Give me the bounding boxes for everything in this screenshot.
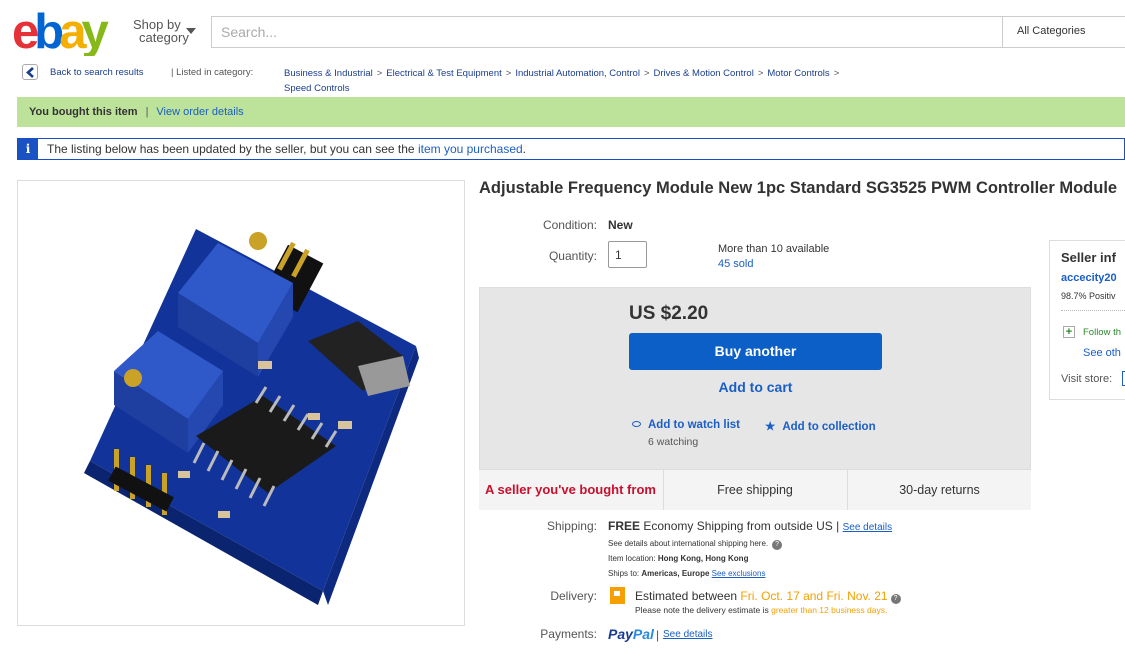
product-title: Adjustable Frequency Module New 1pc Stan…: [479, 179, 1118, 197]
breadcrumb-separator: >: [643, 68, 650, 79]
breadcrumb-item-motor-controls[interactable]: Motor Controls: [767, 68, 829, 79]
seller-feedback: 98.7% Positiv: [1061, 291, 1116, 301]
delivery-dates: Fri. Oct. 17 and Fri. Nov. 21: [740, 589, 888, 603]
product-image[interactable]: [17, 180, 465, 626]
condition-value: New: [608, 218, 633, 232]
shipping-method: Economy Shipping from outside US: [643, 519, 833, 533]
divider: [1061, 310, 1125, 311]
bought-item-banner: You bought this item | View order details: [17, 97, 1125, 127]
delivery-note-text: Please note the delivery estimate is: [635, 605, 769, 615]
paypal-logo-pay: Pay: [608, 626, 633, 642]
availability-text: More than 10 available: [718, 243, 830, 255]
ships-to-label: Ships to:: [608, 569, 640, 578]
breadcrumb-item-electrical-test[interactable]: Electrical & Test Equipment: [386, 68, 501, 79]
divider: |: [836, 519, 840, 533]
shipping-summary: FREE Economy Shipping from outside US | …: [608, 519, 892, 533]
seller-name-link[interactable]: accecity20: [1061, 272, 1117, 284]
listed-in-category-label: | Listed in category:: [171, 67, 254, 78]
info-icon: i: [18, 139, 38, 159]
see-other-items-link[interactable]: See oth: [1083, 347, 1121, 359]
shipping-note-text: See details about international shipping…: [608, 539, 769, 548]
delivery-estimate: Estimated between Fri. Oct. 17 and Fri. …: [635, 589, 901, 604]
international-shipping-note: See details about international shipping…: [608, 539, 783, 550]
breadcrumb-item-speed-controls[interactable]: Speed Controls: [284, 83, 349, 94]
category-label: category: [139, 30, 189, 45]
chevron-down-icon: [186, 28, 196, 34]
divider: |: [145, 106, 149, 118]
notice-message: The listing below has been updated by th…: [47, 142, 415, 156]
divider: |: [655, 628, 660, 642]
buy-another-button[interactable]: Buy another: [629, 333, 882, 370]
collection-label: Add to collection: [782, 421, 876, 433]
see-exclusions-link[interactable]: See exclusions: [712, 569, 766, 578]
view-order-details-link[interactable]: View order details: [156, 106, 243, 118]
delivery-note: Please note the delivery estimate is gre…: [635, 605, 887, 615]
search-bar: All Categories: [211, 16, 1125, 48]
ebay-logo-mark: ebay: [12, 5, 113, 59]
payments-label: Payments:: [540, 627, 597, 641]
notice-suffix: .: [522, 142, 527, 156]
plus-icon[interactable]: +: [1063, 326, 1075, 338]
help-icon[interactable]: ?: [890, 594, 901, 604]
badges-row: A seller you've bought from Free shippin…: [479, 469, 1031, 510]
delivery-note-highlight: greater than 12 business days.: [771, 605, 888, 615]
shop-by-category-button[interactable]: Shop by category: [133, 18, 196, 45]
breadcrumb-separator: >: [833, 68, 840, 79]
back-button[interactable]: [22, 64, 38, 80]
breadcrumb-item-business-industrial[interactable]: Business & Industrial: [284, 68, 373, 79]
delivery-label: Delivery:: [550, 589, 597, 603]
follow-seller-link[interactable]: Follow th: [1083, 327, 1121, 338]
shipping-free: FREE: [608, 519, 641, 533]
price: US $2.20: [629, 303, 709, 324]
add-to-watch-list-link[interactable]: Add to watch list: [632, 419, 740, 431]
category-select[interactable]: All Categories: [1002, 17, 1125, 47]
item-location-label: Item location:: [608, 554, 656, 563]
notice-text: The listing below has been updated by th…: [47, 139, 526, 159]
paypal-logo: PayPal |: [608, 626, 659, 642]
breadcrumb-item-industrial-automation[interactable]: Industrial Automation, Control: [515, 68, 640, 79]
breadcrumb-separator: >: [376, 68, 383, 79]
chevron-left-icon: [26, 67, 34, 78]
add-to-collection-link[interactable]: ★ Add to collection: [765, 419, 876, 433]
watching-count: 6 watching: [648, 436, 699, 448]
item-location-value: Hong Kong, Hong Kong: [657, 554, 749, 563]
paypal-logo-pal: Pal: [632, 626, 654, 642]
free-shipping-badge: Free shipping: [663, 470, 846, 510]
add-to-cart-button[interactable]: Add to cart: [629, 379, 882, 395]
svg-text:ebay: ebay: [12, 8, 108, 56]
visit-store-label: Visit store:: [1061, 373, 1113, 385]
flag-icon: [610, 587, 625, 604]
bought-item-text: You bought this item: [29, 106, 138, 118]
breadcrumb-separator: >: [757, 68, 764, 79]
pwm-module-photo: [84, 229, 419, 605]
back-to-search-link[interactable]: Back to search results: [50, 67, 143, 79]
shipping-label: Shipping:: [546, 519, 597, 533]
breadcrumb: Business & Industrial > Electrical & Test …: [284, 66, 974, 96]
sold-count-link[interactable]: 45 sold: [718, 258, 753, 270]
payments-details-link[interactable]: See details: [663, 629, 712, 640]
quantity-label: Quantity:: [548, 249, 597, 263]
star-icon: ★: [765, 421, 776, 433]
breadcrumb-item-drives-motion[interactable]: Drives & Motion Control: [654, 68, 754, 79]
quantity-input[interactable]: [608, 241, 647, 268]
delivery-prefix: Estimated between: [635, 589, 738, 603]
breadcrumb-separator: >: [505, 68, 512, 79]
shipping-details-link[interactable]: See details: [843, 522, 892, 533]
returns-badge: 30-day returns: [847, 470, 1031, 510]
eye-icon: [632, 421, 641, 427]
condition-label: Condition:: [542, 218, 597, 232]
ships-to-value: Americas, Europe: [641, 569, 710, 578]
listing-updated-notice: i The listing below has been updated by …: [17, 138, 1125, 160]
item-location: Item location: Hong Kong, Hong Kong: [608, 554, 748, 563]
seller-info-title: Seller inf: [1061, 250, 1116, 265]
ships-to: Ships to: Americas, Europe See exclusion…: [608, 569, 765, 578]
help-icon[interactable]: ?: [772, 540, 783, 550]
watch-list-label: Add to watch list: [648, 419, 740, 431]
search-input[interactable]: [212, 17, 1002, 47]
ebay-logo[interactable]: ebay: [12, 5, 122, 59]
repeat-seller-badge: A seller you've bought from: [485, 482, 656, 497]
item-purchased-link[interactable]: item you purchased: [418, 142, 523, 156]
